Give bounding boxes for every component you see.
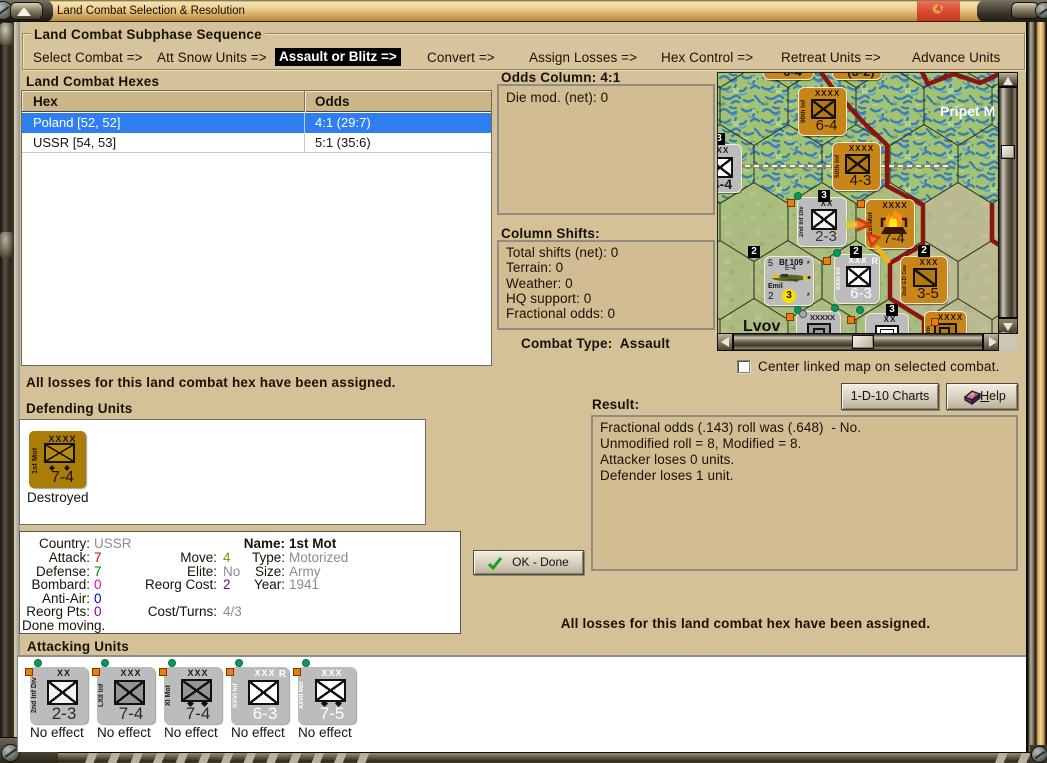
- svg-text:?: ?: [970, 391, 975, 400]
- svg-text:Pripet M: Pripet M: [940, 103, 995, 119]
- svg-text:Lvov: Lvov: [743, 318, 780, 333]
